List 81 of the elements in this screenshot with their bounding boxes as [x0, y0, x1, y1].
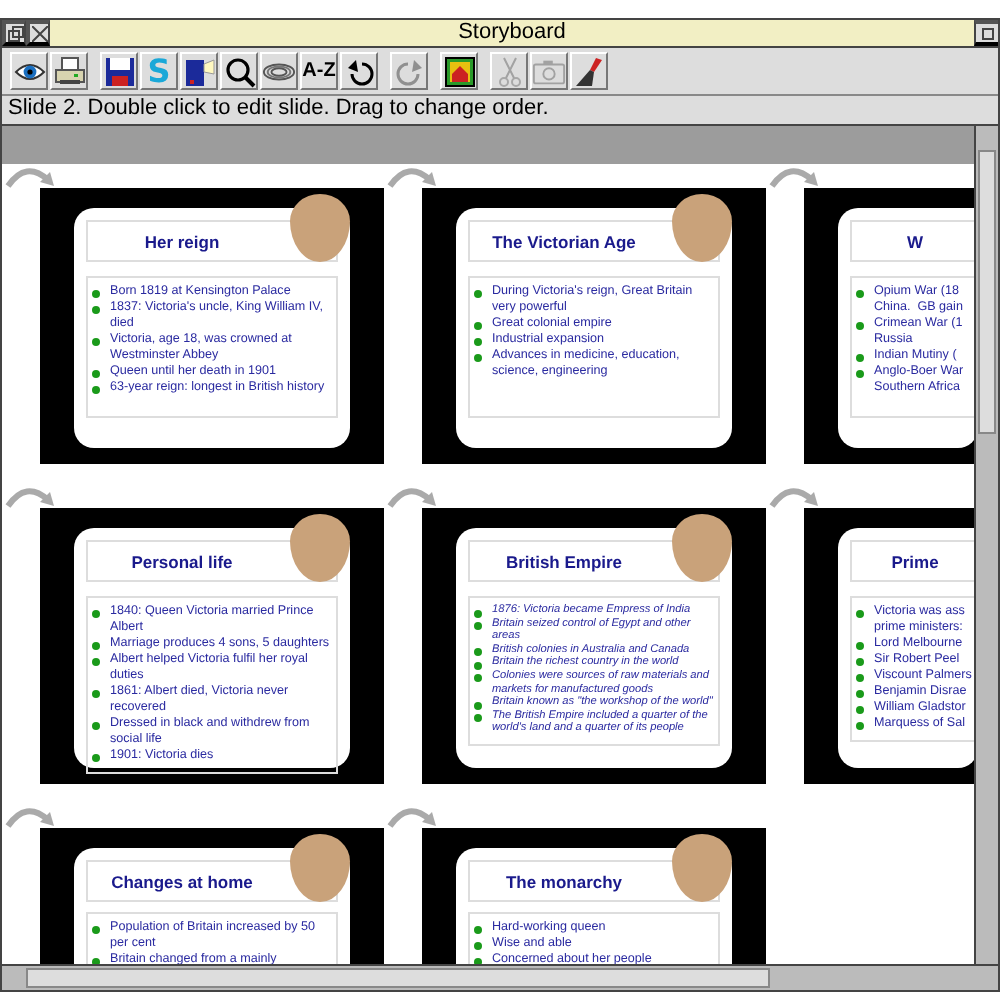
- bullet-icon: [474, 648, 482, 657]
- curved-arrow-icon: [766, 164, 822, 188]
- undo-icon: [343, 55, 375, 87]
- floppy-disk-button[interactable]: [100, 52, 138, 90]
- square-icon: [979, 25, 995, 41]
- bullet-icon: [474, 321, 482, 329]
- redo-icon: [393, 55, 425, 87]
- bullet-icon: [474, 289, 482, 297]
- eye-button[interactable]: [10, 52, 48, 90]
- bullet-icon: [474, 337, 482, 345]
- bullet-icon: [92, 753, 100, 761]
- bullet-icon: [92, 369, 100, 377]
- bullet-icon: [474, 622, 482, 631]
- slide-thumbnail[interactable]: [40, 508, 384, 784]
- bullet-icon: [92, 689, 100, 697]
- bullet-icon: [474, 941, 482, 949]
- bullet-icon: [856, 689, 864, 697]
- horizontal-scrollbar[interactable]: [2, 964, 998, 990]
- projection-screen-button[interactable]: [180, 52, 218, 90]
- bullet-icon: [474, 674, 482, 683]
- portrait-placeholder: [672, 834, 732, 902]
- close-icon: [31, 25, 47, 41]
- curved-arrow-icon: [384, 804, 440, 828]
- bullet-icon: [856, 321, 864, 329]
- bullet-icon: [474, 701, 482, 710]
- bullet-icon: [92, 657, 100, 665]
- sort-button[interactable]: A-Z: [300, 52, 338, 90]
- slide-thumbnail[interactable]: [422, 508, 766, 784]
- portrait-placeholder: [672, 194, 732, 262]
- bullet-icon: [856, 673, 864, 681]
- camera-icon: [532, 55, 566, 87]
- bullet-icon: [92, 289, 100, 297]
- back-button[interactable]: [2, 20, 26, 46]
- bullet-icon: [474, 714, 482, 723]
- printer-button[interactable]: [50, 52, 88, 90]
- bullet-icon: [474, 353, 482, 361]
- scissors-icon: [493, 55, 525, 87]
- projection-screen-icon: [183, 55, 215, 87]
- portrait-placeholder: [290, 194, 350, 262]
- bullet-icon: [474, 925, 482, 933]
- bullet-icon: [856, 609, 864, 617]
- bullet-icon: [856, 721, 864, 729]
- bullet-icon: [474, 661, 482, 670]
- overlapping-squares-icon: [7, 25, 23, 41]
- bullet-icon: [856, 705, 864, 713]
- portrait-placeholder: [290, 834, 350, 902]
- bullet-icon: [856, 353, 864, 361]
- curved-arrow-icon: [384, 484, 440, 508]
- rope-coil-button[interactable]: [260, 52, 298, 90]
- brush-icon: [573, 55, 605, 87]
- curved-arrow-icon: [2, 804, 58, 828]
- toggle-size-button[interactable]: [974, 20, 998, 46]
- close-button[interactable]: [26, 20, 50, 46]
- bullet-icon: [474, 609, 482, 617]
- curved-arrow-icon: [2, 484, 58, 508]
- bullet-icon: [92, 337, 100, 345]
- search-button[interactable]: [220, 52, 258, 90]
- curved-arrow-icon: [2, 164, 58, 188]
- search-icon: [223, 55, 255, 87]
- curved-arrow-icon: [384, 164, 440, 188]
- bullet-icon: [92, 641, 100, 649]
- printer-icon: [53, 55, 85, 87]
- bullet-icon: [856, 657, 864, 665]
- picture-icon: [443, 55, 475, 87]
- bullet-icon: [92, 305, 100, 313]
- brush-button[interactable]: [570, 52, 608, 90]
- bullet-icon: [92, 385, 100, 393]
- curved-arrow-icon: [766, 484, 822, 508]
- bullet-icon: [92, 925, 100, 933]
- bullet-icon: [856, 369, 864, 377]
- portrait-placeholder: [672, 514, 732, 582]
- vertical-scrollbar[interactable]: [974, 126, 998, 964]
- bullet-icon: [92, 609, 100, 617]
- slide-thumbnail[interactable]: [40, 188, 384, 464]
- bullet-icon: [856, 641, 864, 649]
- picture-button[interactable]: [440, 52, 478, 90]
- bullet-icon: [92, 721, 100, 729]
- undo-button[interactable]: [340, 52, 378, 90]
- portrait-placeholder: [290, 514, 350, 582]
- bullet-icon: [856, 289, 864, 297]
- window-title: Storyboard: [50, 20, 974, 46]
